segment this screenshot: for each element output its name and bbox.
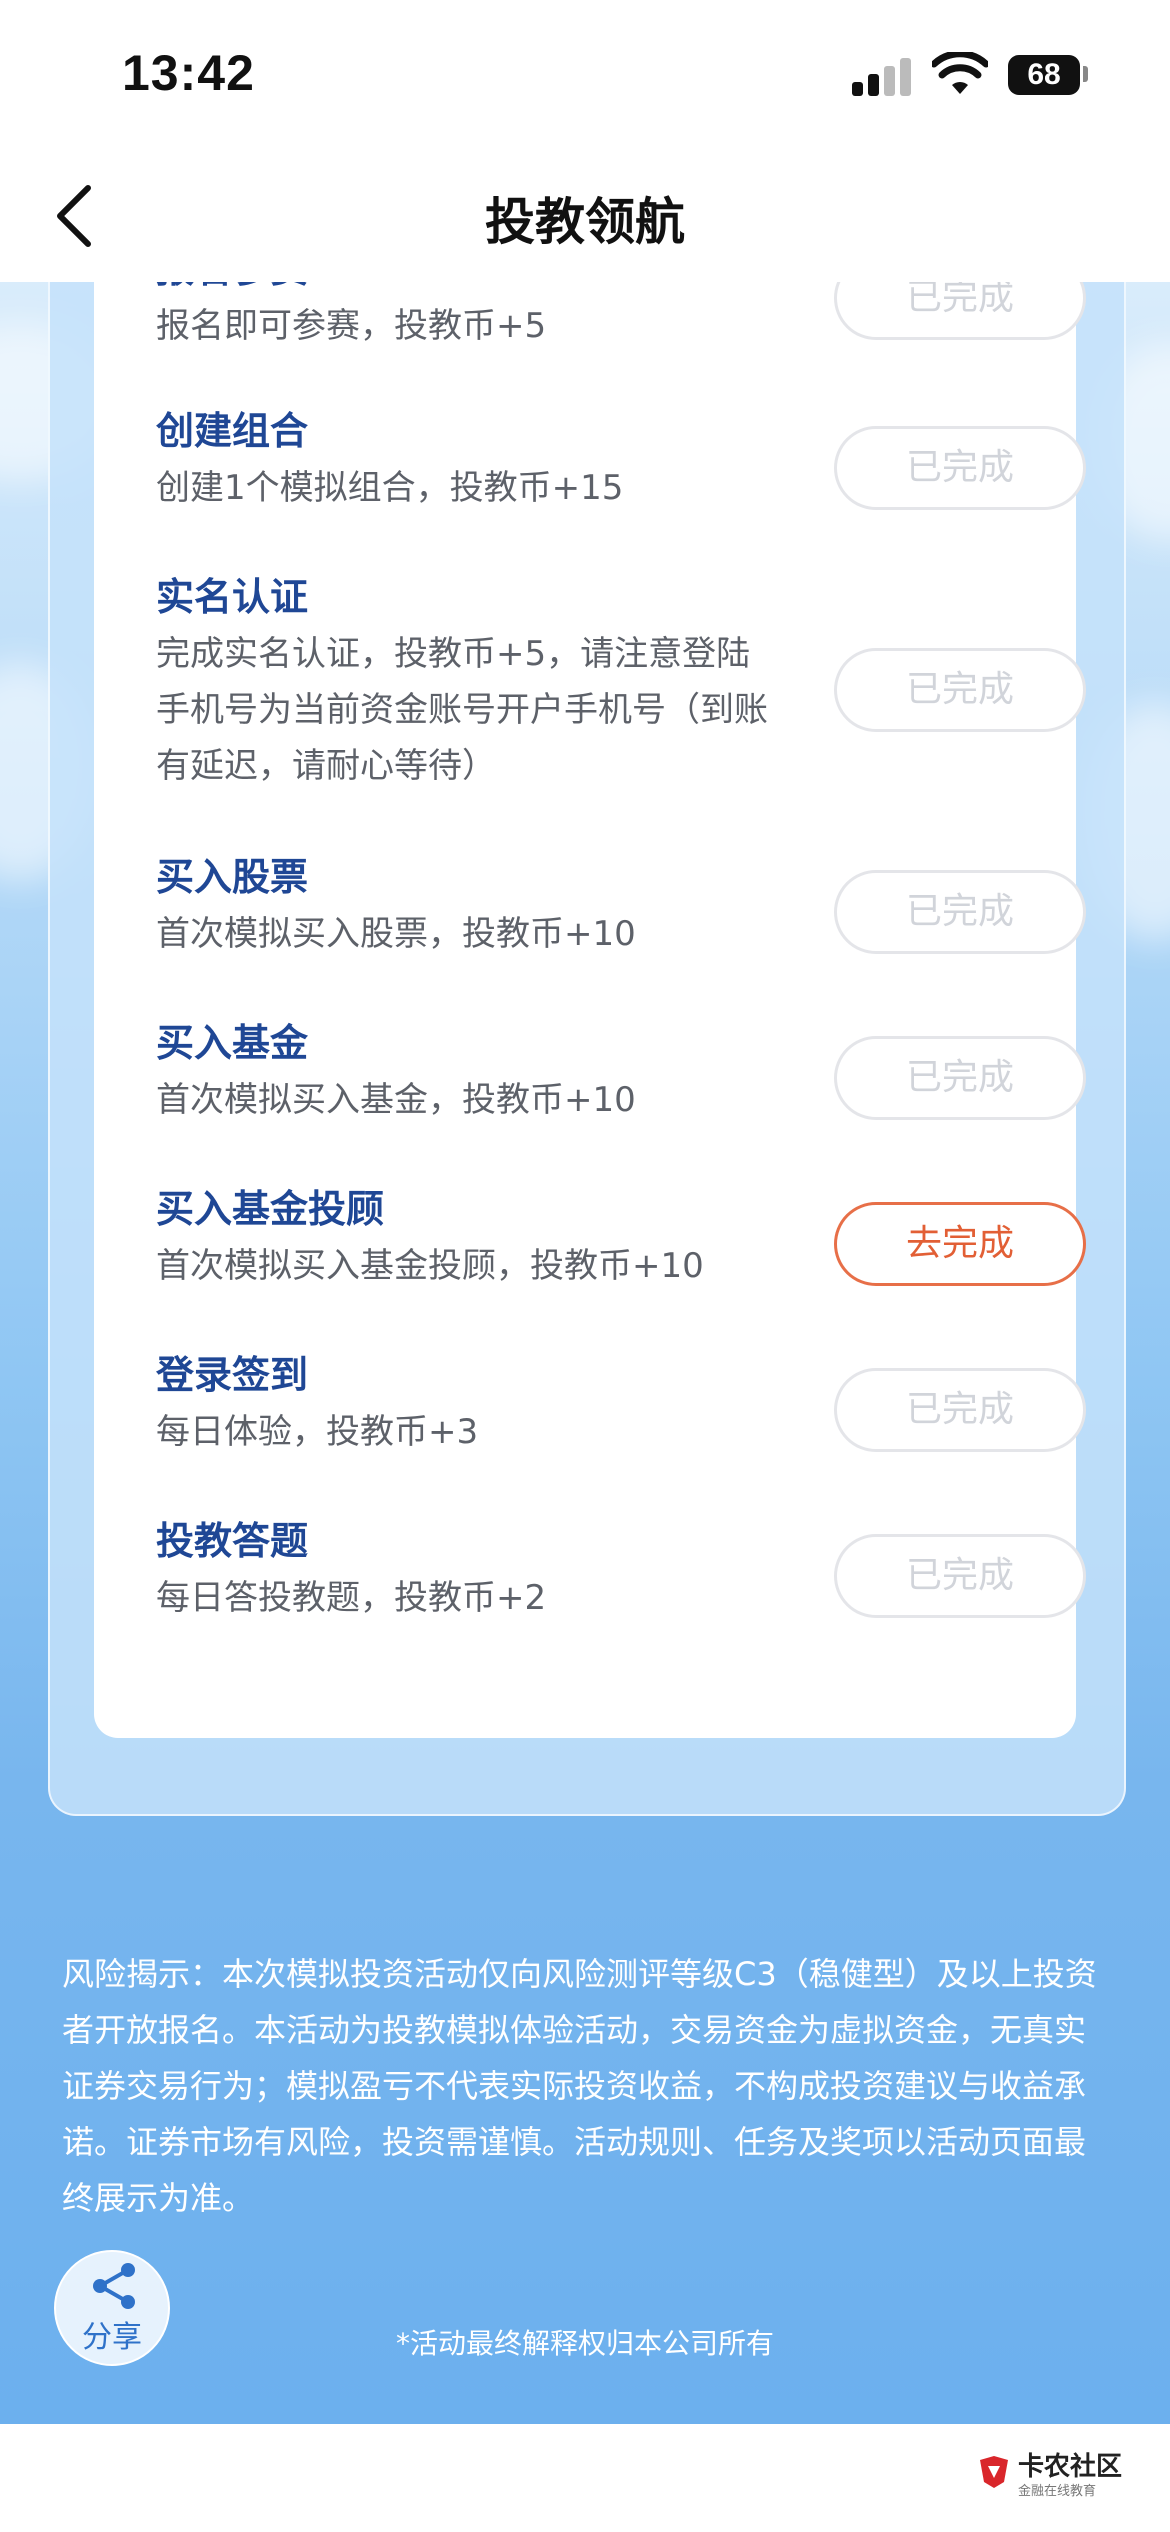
task-desc: 每日体验，投教币+3 [156,1412,479,1452]
bottom-strip: 卡农社区 金融在线教育 [0,2424,1170,2532]
battery-indicator: 68 [1008,55,1080,95]
task-item: 买入基金 首次模拟买入基金，投教币+10 已完成 [156,1018,1086,1128]
task-item: 实名认证 完成实名认证，投教币+5，请注意登陆手机号为当前资金账号开户手机号（到… [156,572,1086,794]
task-item: 买入基金投顾 首次模拟买入基金投顾，投教币+10 去完成 [156,1184,1086,1294]
task-status-button[interactable]: 已完成 [834,648,1086,732]
share-icon [93,2263,135,2309]
task-list-card: 报名参赛 报名即可参赛，投教币+5 已完成 创建组合 创建1个模拟组合，投教币+… [94,282,1086,1738]
battery-cap-icon [1083,66,1088,82]
task-item: 报名参赛 报名即可参赛，投教币+5 已完成 [156,282,1086,354]
task-status-button[interactable]: 已完成 [834,870,1086,954]
task-item: 登录签到 每日体验，投教币+3 已完成 [156,1350,1086,1460]
watermark-title: 卡农社区 [1018,2452,1123,2482]
task-item: 投教答题 每日答投教题，投教币+2 已完成 [156,1516,1086,1626]
task-desc: 首次模拟买入基金投顾，投教币+10 [156,1246,704,1286]
task-status-button[interactable]: 已完成 [834,282,1086,340]
footer-note: *活动最终解释权归本公司所有 [395,2327,774,2360]
watermark-logo: 卡农社区 金融在线教育 [974,2444,1124,2504]
watermark-subtitle: 金融在线教育 [1018,2484,1097,2499]
task-title: 实名认证 [156,575,309,619]
kanong-logo-icon [980,2456,1008,2488]
status-bar: 13:42 68 [0,0,1170,150]
status-time: 13:42 [122,45,255,101]
task-desc: 首次模拟买入股票，投教币+10 [156,914,636,954]
page-title: 投教领航 [485,193,685,251]
task-item: 创建组合 创建1个模拟组合，投教币+15 已完成 [156,406,1086,516]
task-desc: 完成实名认证，投教币+5，请注意登陆手机号为当前资金账号开户手机号（到账有延迟，… [156,634,768,786]
task-item: 买入股票 首次模拟买入股票，投教币+10 已完成 [156,852,1086,962]
task-desc: 报名即可参赛，投教币+5 [156,306,547,346]
risk-notice: 风险揭示：本次模拟投资活动仅向风险测评等级C3（稳健型）及以上投资者开放报名。本… [62,1955,1097,2217]
task-desc: 每日答投教题，投教币+2 [156,1578,547,1618]
task-status-button[interactable]: 已完成 [834,426,1086,510]
cellular-signal-icon [852,56,914,96]
task-status-button[interactable]: 已完成 [834,1368,1086,1452]
task-desc: 首次模拟买入基金，投教币+10 [156,1080,636,1120]
nav-bar: 投教领航 [0,150,1170,282]
go-complete-button[interactable]: 去完成 [834,1202,1086,1286]
task-status-button[interactable]: 已完成 [834,1036,1086,1120]
task-desc: 创建1个模拟组合，投教币+15 [156,468,624,508]
wifi-icon [932,52,988,94]
task-status-button[interactable]: 已完成 [834,1534,1086,1618]
